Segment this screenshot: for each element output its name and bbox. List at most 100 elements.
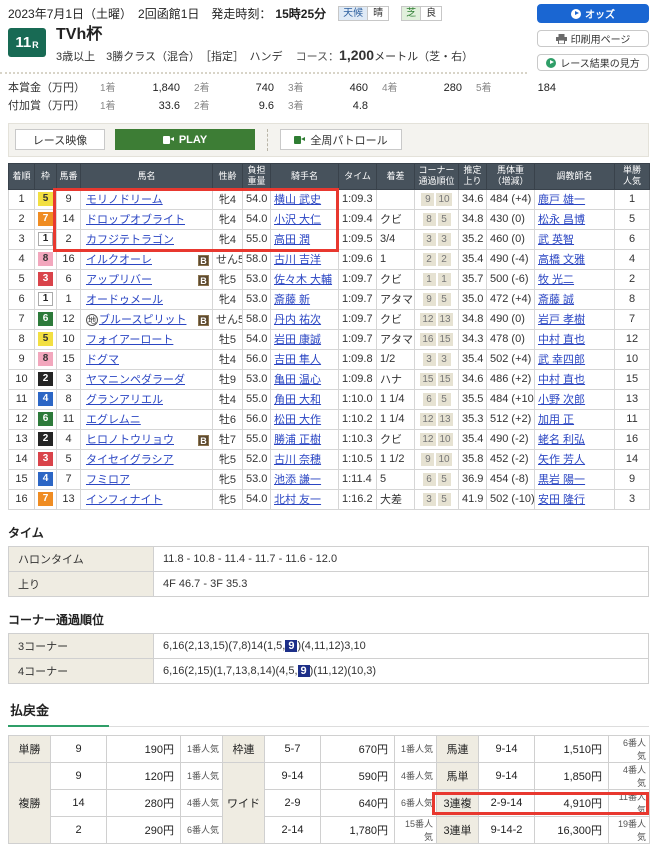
horse-name-link[interactable]: フォイアーロート [86,334,173,346]
prize-amount: 33.6 [158,99,180,112]
payout-combination: 2-14 [264,815,321,844]
trainer-link[interactable]: 小野 次郎 [538,394,585,406]
sex-age-cell: せん5 [212,248,243,270]
patrol-camera-icon [294,135,306,144]
trainer-link[interactable]: 鹿戸 雄一 [538,194,585,206]
trainer-link[interactable]: 安田 隆行 [538,494,585,506]
payout-popularity: 11番人気 [608,788,650,817]
horse-name-link[interactable]: タイセイグラシア [86,454,174,466]
jockey-link[interactable]: 岩田 康誠 [274,334,321,346]
jockey-link[interactable]: 小沢 大仁 [274,214,321,226]
payout-row: 複勝 9 120円 1番人気 ワイド 9-14 590円 4番人気 馬単 9-14 1,850円 4番… [8,761,650,844]
frame-cell: 4 [34,388,57,410]
local-horse-icon: 地 [86,314,98,327]
jockey-cell: 丹内 祐次 [270,308,339,330]
trainer-link[interactable]: 岩戸 孝樹 [538,314,585,326]
trainer-link[interactable]: 中村 直也 [538,374,585,386]
print-button[interactable]: 印刷用ページ [537,30,649,47]
jockey-link[interactable]: 横山 武史 [274,194,321,206]
jockey-link[interactable]: 北村 友一 [274,494,321,506]
payout-row: 14 280円 4番人気 2-9 640円 6番人気 3連複 2-9-14 4,910円 11番人… [9,788,650,817]
margin-cell: 1/2 [376,348,415,370]
jockey-link[interactable]: 角田 大和 [274,394,321,406]
trainer-cell: 小野 次郎 [534,388,615,410]
jockey-cell: 岩田 康誠 [270,328,339,350]
horse-name-link[interactable]: イルクオーレ [86,254,152,266]
trainer-link[interactable]: 黒岩 陽一 [538,474,585,486]
horse-name-link[interactable]: モリノドリーム [86,194,163,206]
jockey-link[interactable]: 勝浦 正樹 [274,434,321,446]
trainer-link[interactable]: 松永 昌博 [538,214,585,226]
payout-popularity: 4番人気 [180,788,223,817]
course-detail: メートル（芝・右） [374,50,474,63]
last3f-cell: 35.4 [458,348,487,370]
horse-name-cell: B アップリバー [80,268,213,290]
horse-name-link[interactable]: ヤマニンペダラーダ [86,374,185,386]
trainer-link[interactable]: 高橋 文雅 [538,254,585,266]
payout-popularity: 15番人気 [394,815,437,844]
race-date: 2023年7月1日（土曜） 2回函館1日 [8,7,200,21]
horse-name-link[interactable]: ヒロノトウリョウ [86,434,174,446]
turf-value: 良 [421,7,442,20]
jockey-cell: 横山 武史 [270,188,339,210]
jockey-link[interactable]: 高田 潤 [274,234,310,246]
table-row: 15 4 7 フミロア 牝5 53.0 池添 謙一 1:11.4 5 6 5 36.9 454 (-8)… [8,468,650,490]
trainer-link[interactable]: 加用 正 [538,414,574,426]
jockey-link[interactable]: 松田 大作 [274,414,321,426]
jockey-link[interactable]: 古川 吉洋 [274,254,321,266]
trainer-cell: 高橋 文雅 [534,248,615,270]
race-video-button[interactable]: レース映像 [15,129,105,151]
prize-amount: 460 [349,81,368,94]
video-bar: レース映像 PLAY 全周パトロール [8,122,649,157]
trainer-link[interactable]: 武 幸四郎 [538,354,585,366]
trainer-link[interactable]: 蛯名 利弘 [538,434,585,446]
frame-cell: 7 [34,208,57,230]
horse-name-link[interactable]: ドロップオブライト [86,214,185,226]
horse-name-link[interactable]: グランアリエル [86,394,163,406]
trainer-link[interactable]: 矢作 芳人 [538,454,585,466]
horse-name-link[interactable]: カフジテトラゴン [86,234,174,246]
corner-pos-badge: 6 [422,392,436,406]
corner-row-value: 6,16(2,13,15)(7,8)14(1,5, 9)(4,11,12)3,10 [153,632,649,659]
jockey-link[interactable]: 池添 謙一 [274,474,321,486]
horse-name-link[interactable]: オードゥメール [86,294,163,306]
corner-cell: 11 [414,268,459,290]
horse-name-link[interactable]: フミロア [86,474,130,486]
margin-cell: 大差 [376,488,415,510]
payout-combination: 9-14 [478,734,535,763]
horse-name-link[interactable]: ドグマ [86,354,119,366]
jockey-link[interactable]: 佐々木 大輔 [274,274,332,286]
patrol-video-button[interactable]: 全周パトロール [280,129,402,151]
odds-button[interactable]: オッズ [537,4,649,23]
play-button[interactable]: PLAY [115,129,255,151]
trainer-link[interactable]: 斎藤 誠 [538,294,574,306]
guide-button[interactable]: レース結果の見方 [537,54,649,71]
jockey-link[interactable]: 吉田 隼人 [274,354,321,366]
last3f-cell: 34.8 [458,308,487,330]
corner-pos-badge: 15 [437,372,453,386]
body-weight-cell: 478 (0) [486,328,535,350]
jockey-link[interactable]: 丹内 祐次 [274,314,321,326]
popularity-cell: 1 [614,188,650,210]
horse-name-link[interactable]: アップリバー [86,274,152,286]
jockey-link[interactable]: 古川 奈穂 [274,454,321,466]
corner-pos-badge: 12 [420,312,436,326]
horse-name-link[interactable]: エグレムニ [86,414,141,426]
trainer-link[interactable]: 武 英智 [538,234,574,246]
jockey-link[interactable]: 亀田 温心 [274,374,321,386]
trainer-link[interactable]: 中村 直也 [538,334,585,346]
body-weight-cell: 484 (+4) [486,188,535,210]
payout-popularity: 1番人気 [180,761,223,790]
time-cell: 1:10.2 [338,408,377,430]
body-weight-cell: 502 (+4) [486,348,535,370]
table-row: 3 1 2 カフジテトラゴン 牝4 55.0 高田 潤 1:09.5 3/4 3 3 35.2 460 … [8,228,650,250]
horse-name-link[interactable]: インフィナイト [86,494,162,506]
jockey-link[interactable]: 斎藤 新 [274,294,310,306]
frame-cell: 8 [34,248,57,270]
weight-cell: 53.0 [242,368,271,390]
trainer-link[interactable]: 牧 光二 [538,274,574,286]
jockey-cell: 松田 大作 [270,408,339,430]
payout-combination: 9-14 [478,761,535,790]
weight-cell: 53.0 [242,468,271,490]
horse-name-link[interactable]: ブルースピリット [99,314,186,326]
